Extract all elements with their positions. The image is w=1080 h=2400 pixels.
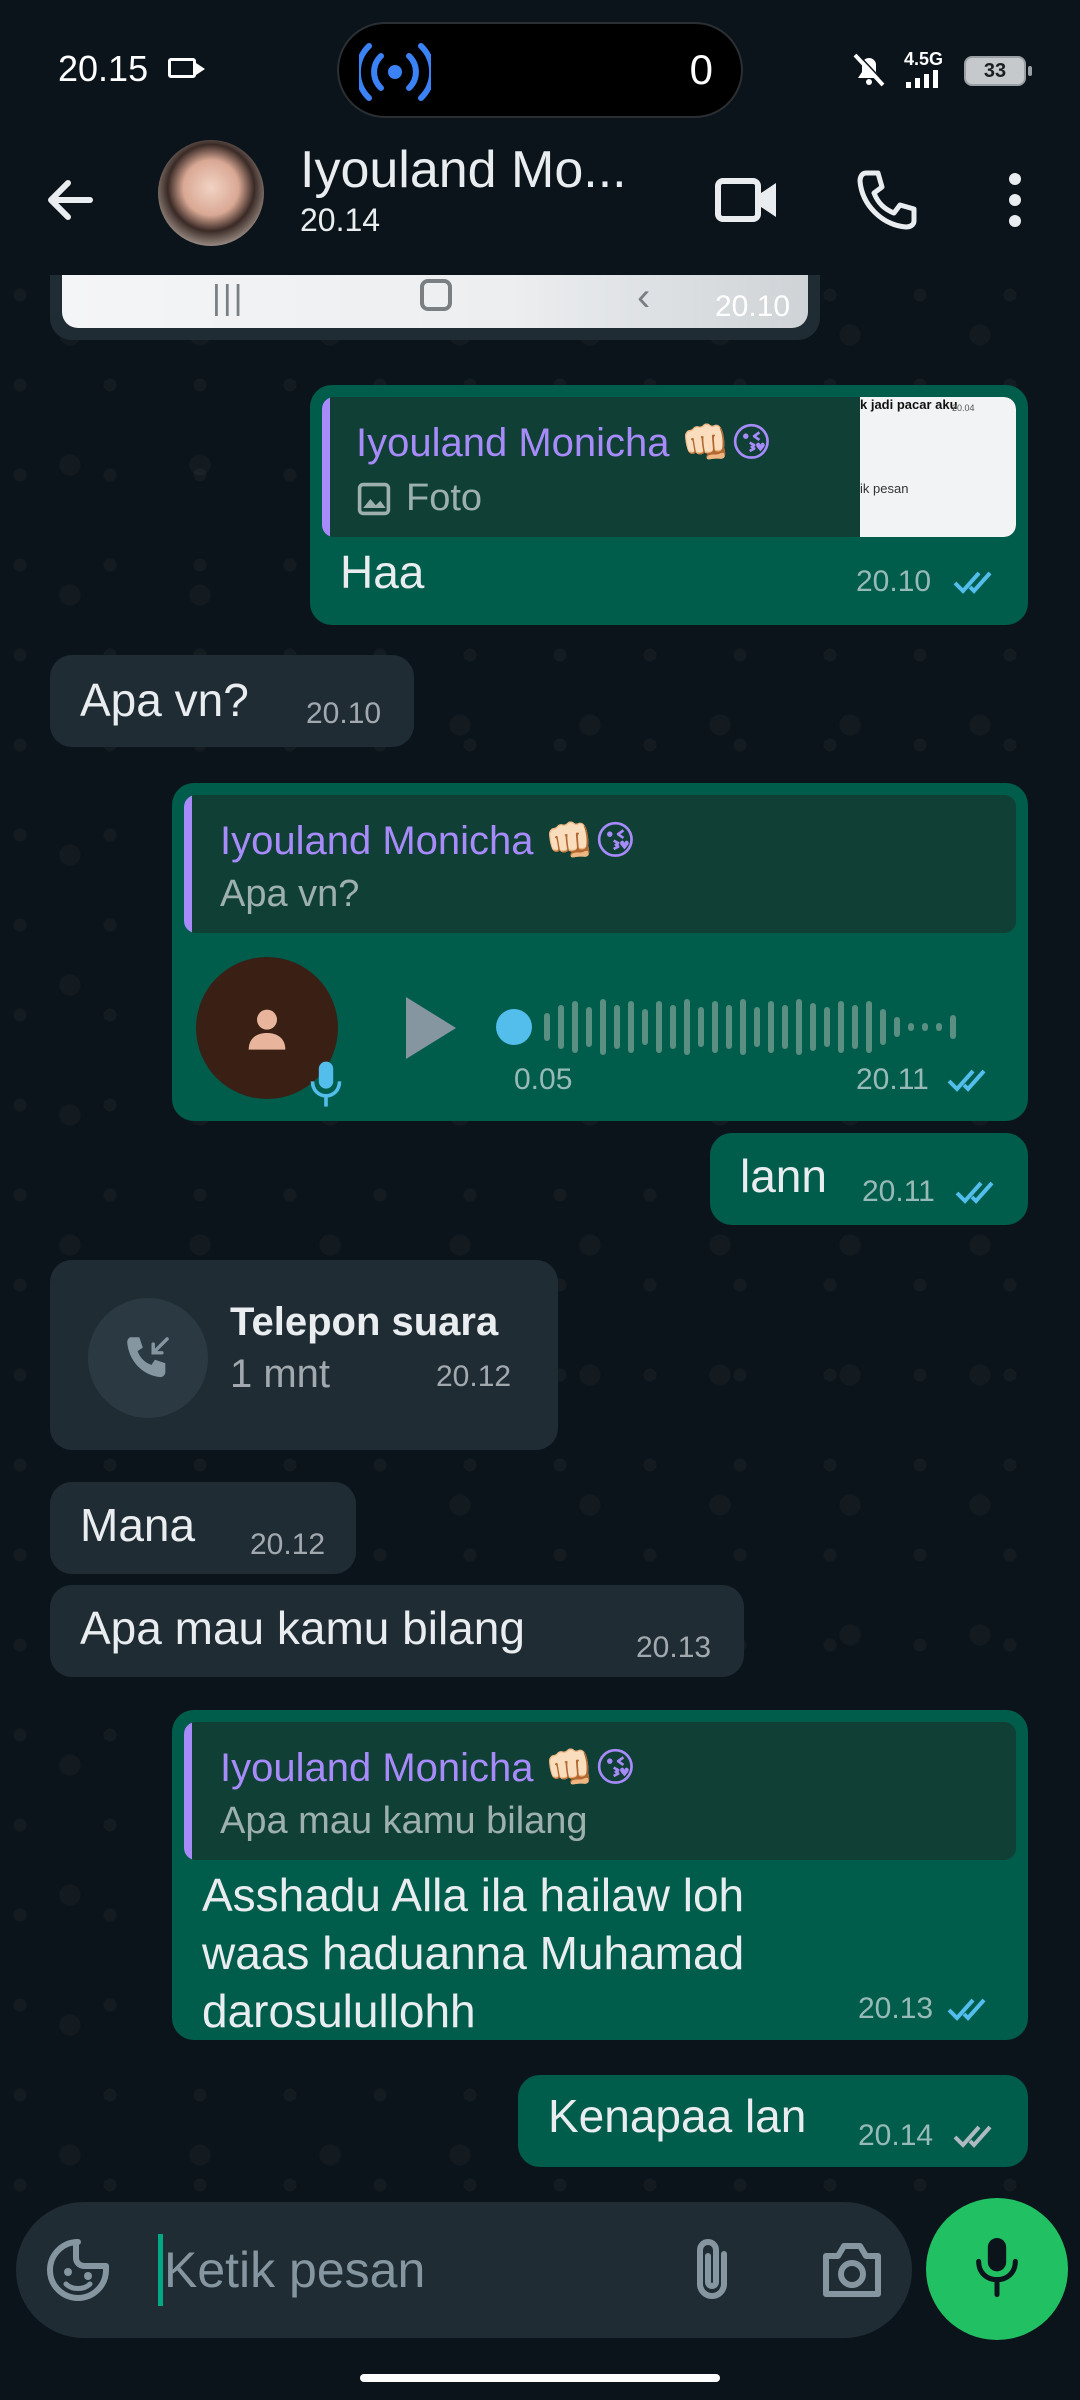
message-time: 20.13 — [636, 1631, 712, 1664]
message-time: 20.13 — [858, 1992, 934, 2025]
nav-back-icon: ‹ — [637, 275, 651, 319]
message-text: Haa — [340, 546, 425, 598]
message-image-incoming[interactable]: ||| ‹ 20.10 — [50, 275, 820, 340]
message-time: 20.11 — [862, 1175, 935, 1208]
play-icon[interactable] — [400, 993, 460, 1063]
bell-muted-icon — [853, 52, 886, 87]
attach-icon[interactable] — [676, 2234, 748, 2306]
signal-icon — [906, 70, 938, 88]
quoted-sender: Iyouland Monicha 👊🏻😘 — [220, 819, 637, 863]
record-voice-button[interactable] — [926, 2198, 1068, 2340]
more-options-icon[interactable] — [990, 165, 1040, 235]
double-check-icon — [947, 1069, 986, 1092]
camera-icon[interactable] — [816, 2234, 888, 2306]
quoted-text: Apa mau kamu bilang — [220, 1800, 588, 1842]
quoted-sender: Iyouland Monicha 👊🏻😘 — [356, 421, 773, 465]
message-outgoing[interactable]: Iyouland Monicha 👊🏻😘 Foto k jadi pacar a… — [310, 385, 1028, 625]
quoted-message[interactable]: Iyouland Monicha 👊🏻😘 Foto k jadi pacar a… — [322, 397, 1016, 537]
message-time: 20.10 — [856, 565, 932, 598]
message-text-line: waas haduanna Muhamad — [202, 1927, 745, 1979]
call-title: Telepon suara — [230, 1300, 499, 1344]
nav-recent-icon: ||| — [212, 279, 245, 317]
message-text: Apa vn? — [80, 674, 249, 726]
message-outgoing[interactable]: lann 20.11 — [710, 1133, 1028, 1225]
message-outgoing[interactable]: Iyouland Monicha 👊🏻😘 Apa mau kamu bilang… — [172, 1710, 1028, 2040]
mic-icon — [310, 1061, 342, 1107]
mic-icon — [976, 2238, 1018, 2298]
quoted-message[interactable]: Iyouland Monicha 👊🏻😘 Apa vn? — [184, 795, 1016, 933]
incoming-call-icon-bg — [88, 1298, 208, 1418]
video-call-icon[interactable] — [712, 165, 782, 235]
pill-count: 0 — [689, 46, 713, 93]
back-arrow-icon[interactable] — [38, 165, 108, 235]
quoted-text: Apa vn? — [220, 873, 360, 915]
status-bar: 20.15 0 4.5G 33 — [0, 0, 1080, 130]
contact-last-seen: 20.14 — [300, 202, 381, 238]
message-incoming[interactable]: Mana 20.12 — [50, 1482, 356, 1574]
double-check-icon — [953, 2125, 992, 2148]
message-text-line: darosulullohh — [202, 1985, 476, 2037]
message-composer — [16, 2202, 912, 2338]
text-cursor — [158, 2234, 163, 2306]
call-duration: 1 mnt — [230, 1352, 331, 1396]
message-outgoing[interactable]: Kenapaa lan 20.14 — [518, 2075, 1028, 2167]
screen-record-icon — [168, 58, 205, 78]
image-preview[interactable]: ||| ‹ — [62, 275, 808, 328]
contact-avatar[interactable] — [158, 140, 264, 246]
quoted-sender: Iyouland Monicha 👊🏻😘 — [220, 1746, 637, 1790]
thumb-time: 20.04 — [952, 403, 975, 413]
network-type: 4.5G — [904, 49, 944, 69]
voice-call-icon[interactable] — [852, 165, 922, 235]
message-time: 20.12 — [436, 1360, 512, 1393]
message-text: Kenapaa lan — [548, 2090, 807, 2142]
message-text: lann — [740, 1150, 827, 1202]
person-icon — [248, 1009, 286, 1050]
quoted-text: Foto — [406, 477, 483, 519]
double-check-icon — [947, 1998, 986, 2021]
voice-waveform[interactable] — [492, 987, 972, 1067]
quoted-thumbnail: k jadi pacar aku 20.04 ik pesan — [860, 397, 1016, 537]
broadcast-icon — [359, 43, 431, 101]
nav-home-icon — [420, 279, 452, 311]
message-time: 20.11 — [856, 1063, 929, 1096]
thumb-input: ik pesan — [860, 481, 909, 496]
message-time: 20.10 — [306, 697, 382, 730]
message-list[interactable]: ||| ‹ 20.10 Iyouland Monicha 👊🏻😘 Foto k … — [0, 275, 1080, 2195]
quoted-message[interactable]: Iyouland Monicha 👊🏻😘 Apa mau kamu bilang — [184, 1722, 1016, 1860]
message-text: Apa mau kamu bilang — [80, 1602, 525, 1654]
voice-duration: 0.05 — [514, 1063, 573, 1096]
live-activity-pill[interactable]: 0 — [337, 22, 743, 118]
message-time: 20.12 — [250, 1528, 326, 1561]
double-check-icon — [953, 571, 992, 594]
message-text: Mana — [80, 1499, 196, 1551]
sticker-icon[interactable] — [44, 2236, 112, 2304]
message-time: 20.10 — [715, 290, 791, 323]
photo-icon — [357, 482, 391, 516]
chat-header: Iyouland Mo... 20.14 — [0, 130, 1080, 275]
call-log-message[interactable]: Telepon suara 1 mnt 20.12 — [50, 1260, 558, 1450]
message-text-line: Asshadu Alla ila hailaw loh — [202, 1869, 745, 1921]
message-outgoing-voice[interactable]: Iyouland Monicha 👊🏻😘 Apa vn? 0.05 20.11 — [172, 783, 1028, 1121]
status-time: 20.15 — [58, 48, 149, 89]
message-time: 20.14 — [858, 2119, 934, 2152]
message-incoming[interactable]: Apa vn? 20.10 — [50, 655, 414, 747]
battery-icon: 33 — [964, 56, 1032, 86]
thumb-text: k jadi pacar aku — [860, 397, 958, 412]
message-input[interactable] — [164, 2232, 654, 2308]
contact-name[interactable]: Iyouland Mo... — [300, 140, 627, 200]
double-check-icon — [955, 1181, 994, 1204]
home-indicator[interactable] — [360, 2374, 720, 2382]
message-incoming[interactable]: Apa mau kamu bilang 20.13 — [50, 1585, 744, 1677]
incoming-call-icon — [127, 1337, 169, 1378]
